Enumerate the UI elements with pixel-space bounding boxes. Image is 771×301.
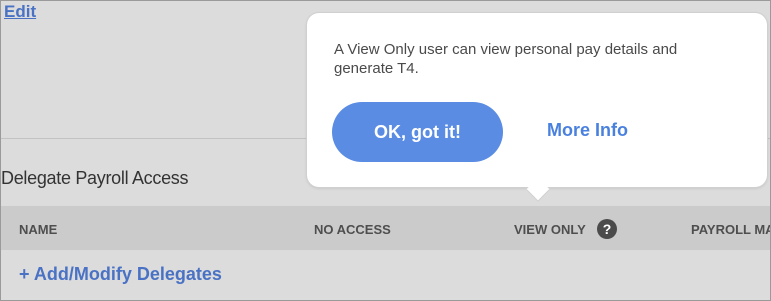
payroll-access-panel: Edit Delegate Payroll Access NAME NO ACC…: [0, 0, 771, 301]
column-header-no-access[interactable]: NO ACCESS: [314, 222, 391, 237]
section-title: Delegate Payroll Access: [1, 168, 189, 188]
add-modify-delegates-link[interactable]: + Add/Modify Delegates: [19, 264, 222, 285]
tooltip-arrow: [526, 177, 550, 201]
more-info-link[interactable]: More Info: [547, 120, 628, 141]
column-header-view-only[interactable]: VIEW ONLY: [514, 222, 586, 237]
column-header-payroll-manager[interactable]: PAYROLL MA: [691, 222, 770, 237]
column-header-name[interactable]: NAME: [19, 222, 57, 237]
table-header: NAME NO ACCESS VIEW ONLY PAYROLL MA: [1, 206, 770, 250]
ok-got-it-button[interactable]: OK, got it!: [332, 102, 503, 162]
edit-link[interactable]: Edit: [4, 2, 36, 22]
view-only-tooltip: A View Only user can view personal pay d…: [307, 13, 767, 201]
tooltip-message: A View Only user can view personal pay d…: [334, 41, 678, 77]
help-icon[interactable]: ?: [597, 219, 617, 239]
